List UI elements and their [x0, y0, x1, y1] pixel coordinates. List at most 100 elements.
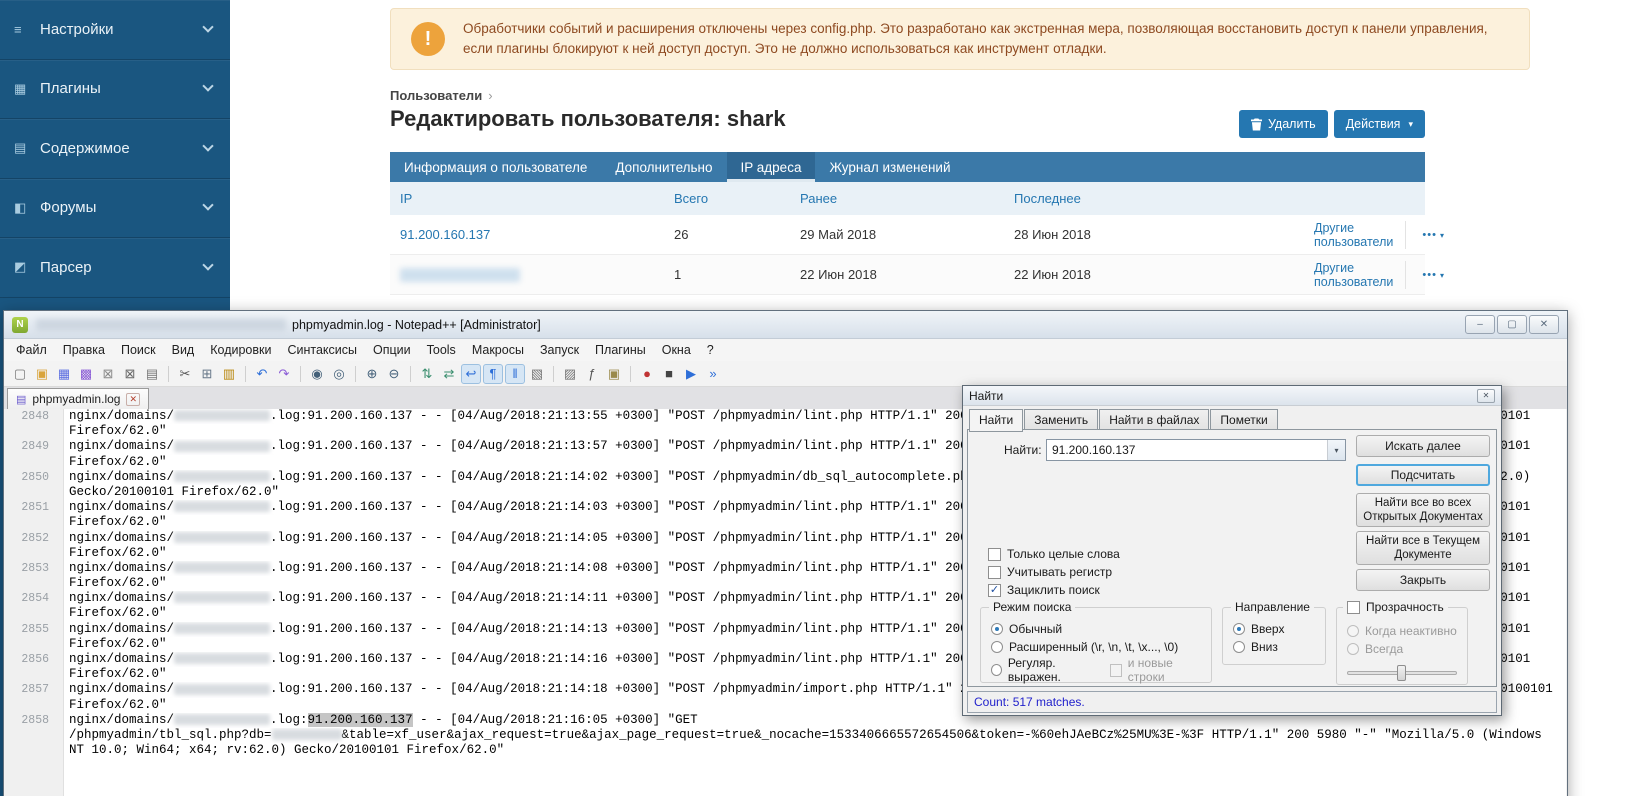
new-file-icon[interactable]: ▢ — [10, 364, 30, 384]
tab-change-log[interactable]: Журнал изменений — [815, 152, 964, 182]
replace-icon[interactable]: ◎ — [329, 364, 349, 384]
transparency-slider[interactable] — [1347, 664, 1457, 682]
macro-run-multiple-icon[interactable]: » — [703, 364, 723, 384]
document-tab[interactable]: ▤ phpmyadmin.log ✕ — [7, 388, 149, 409]
find-icon[interactable]: ◉ — [307, 364, 327, 384]
close-button[interactable]: ✕ — [1529, 315, 1559, 334]
find-dialog-tab-find-in-files[interactable]: Найти в файлах — [1099, 409, 1209, 431]
menubar-item[interactable]: Поиск — [113, 339, 164, 361]
word-wrap-icon[interactable]: ↩ — [461, 364, 481, 384]
menubar-item[interactable]: Кодировки — [202, 339, 279, 361]
menubar-item[interactable]: Макросы — [464, 339, 532, 361]
other-users-link[interactable]: Другие пользователи — [1314, 261, 1406, 289]
actions-menu-button[interactable]: Действия ▾ — [1334, 110, 1425, 138]
menubar-item[interactable]: Опции — [365, 339, 419, 361]
close-all-icon[interactable]: ⊠ — [120, 364, 140, 384]
find-dialog-tab-mark[interactable]: Пометки — [1210, 409, 1277, 431]
radio-up[interactable]: Вверх — [1233, 620, 1317, 638]
checkbox-match-case[interactable]: Учитывать регистр — [988, 565, 1112, 579]
close-button[interactable]: Закрыть — [1356, 569, 1490, 591]
show-all-chars-icon[interactable]: ¶ — [483, 364, 503, 384]
sidebar-item-settings[interactable]: ≡Настройки — [0, 0, 230, 60]
sidebar-item-plugins[interactable]: ▦Плагины — [0, 60, 230, 120]
menubar-item[interactable]: Плагины — [587, 339, 654, 361]
doc-map-icon[interactable]: ▨ — [560, 364, 580, 384]
checkbox-wrap-around[interactable]: ✓Зациклить поиск — [988, 583, 1100, 597]
tab-close-icon[interactable]: ✕ — [126, 393, 140, 406]
checkbox-whole-words[interactable]: Только целые слова — [988, 547, 1120, 561]
find-dialog-titlebar[interactable]: Найти ✕ — [963, 386, 1501, 406]
macro-play-icon[interactable]: ▶ — [681, 364, 701, 384]
count-button[interactable]: Подсчитать — [1356, 464, 1490, 486]
slider-thumb[interactable] — [1397, 665, 1406, 681]
chevron-down-icon: ▾ — [1440, 231, 1445, 240]
radio-always[interactable]: Всегда — [1347, 640, 1459, 658]
transparency-checkbox[interactable]: Прозрачность — [1343, 600, 1448, 614]
radio-extended[interactable]: Расширенный (\r, \n, \t, \x..., \0) — [991, 638, 1203, 656]
radio-on-losing-focus[interactable]: Когда неактивно — [1347, 622, 1459, 640]
menubar-item[interactable]: Tools — [419, 339, 464, 361]
zoom-in-icon[interactable]: ⊕ — [362, 364, 382, 384]
warning-icon: ! — [411, 22, 445, 56]
row-menu-button[interactable]: •••▾ — [1416, 227, 1451, 243]
breadcrumb-label[interactable]: Пользователи — [390, 88, 482, 103]
menubar-item[interactable]: Запуск — [532, 339, 587, 361]
close-doc-icon[interactable]: ⊠ — [98, 364, 118, 384]
notepad-titlebar[interactable]: N phpmyadmin.log - Notepad++ [Administra… — [4, 311, 1567, 339]
sidebar-item-parser[interactable]: ◩Парсер — [0, 238, 230, 298]
find-status-message: Count: 517 matches. — [967, 691, 1497, 713]
undo-icon[interactable]: ↶ — [252, 364, 272, 384]
redo-icon[interactable]: ↷ — [274, 364, 294, 384]
sidebar-item-forums[interactable]: ◧Форумы — [0, 179, 230, 239]
radio-regex[interactable]: Регуляр. выражен. — [991, 661, 1100, 679]
menubar-item[interactable]: Вид — [164, 339, 203, 361]
menubar-item[interactable]: Файл — [8, 339, 55, 361]
find-dialog-tab-replace[interactable]: Заменить — [1024, 409, 1098, 431]
radio-down[interactable]: Вниз — [1233, 638, 1317, 656]
find-dialog-tab-find[interactable]: Найти — [969, 409, 1023, 432]
sync-h-scroll-icon[interactable]: ⇄ — [439, 364, 459, 384]
indent-guide-icon[interactable]: ‖ — [505, 364, 525, 384]
open-file-icon[interactable]: ▣ — [32, 364, 52, 384]
search-input[interactable]: 91.200.160.137 ▾ — [1046, 439, 1346, 461]
menubar-item[interactable]: Синтаксисы — [279, 339, 365, 361]
paste-icon[interactable]: ▥ — [219, 364, 239, 384]
radio-normal[interactable]: Обычный — [991, 620, 1203, 638]
menubar-item[interactable]: Окна — [654, 339, 699, 361]
redacted-text — [174, 562, 270, 573]
macro-record-icon[interactable]: ● — [637, 364, 657, 384]
delete-button[interactable]: Удалить — [1239, 110, 1328, 138]
breadcrumb[interactable]: Пользователи› — [390, 88, 493, 103]
combo-dropdown-icon[interactable]: ▾ — [1327, 440, 1345, 460]
dialog-close-icon[interactable]: ✕ — [1477, 389, 1495, 403]
toolbar-separator — [245, 366, 246, 382]
find-all-current-doc-button[interactable]: Найти все в Текущем Документе — [1356, 531, 1490, 565]
workspace-icon[interactable]: ▣ — [604, 364, 624, 384]
function-list-icon[interactable]: ƒ — [582, 364, 602, 384]
zoom-out-icon[interactable]: ⊖ — [384, 364, 404, 384]
save-icon[interactable]: ▦ — [54, 364, 74, 384]
sync-v-scroll-icon[interactable]: ⇅ — [417, 364, 437, 384]
find-next-button[interactable]: Искать далее — [1356, 435, 1490, 457]
maximize-button[interactable]: ▢ — [1497, 315, 1527, 334]
sidebar-item-content[interactable]: ▤Содержимое — [0, 119, 230, 179]
copy-icon[interactable]: ⊞ — [197, 364, 217, 384]
print-icon[interactable]: ▤ — [142, 364, 162, 384]
cut-icon[interactable]: ✂ — [175, 364, 195, 384]
find-all-open-docs-button[interactable]: Найти все во всех Открытых Документах — [1356, 493, 1490, 527]
macro-stop-icon[interactable]: ■ — [659, 364, 679, 384]
ip-link[interactable]: 91.200.160.137 — [400, 227, 490, 242]
radio-circle — [991, 641, 1003, 653]
trash-icon — [1251, 118, 1262, 131]
other-users-link[interactable]: Другие пользователи — [1314, 221, 1406, 249]
tab-user-info[interactable]: Информация о пользователе — [390, 152, 601, 182]
minimize-button[interactable]: – — [1465, 315, 1495, 334]
checkbox-dot-matches-newline[interactable]: и новые строки — [1110, 656, 1203, 684]
menubar-item[interactable]: ? — [699, 339, 722, 361]
row-menu-button[interactable]: •••▾ — [1416, 267, 1451, 283]
save-all-icon[interactable]: ▩ — [76, 364, 96, 384]
tab-ip-addresses[interactable]: IP адреса — [727, 152, 816, 182]
user-dialog-icon[interactable]: ▧ — [527, 364, 547, 384]
menubar-item[interactable]: Правка — [55, 339, 113, 361]
tab-extra[interactable]: Дополнительно — [601, 152, 726, 182]
